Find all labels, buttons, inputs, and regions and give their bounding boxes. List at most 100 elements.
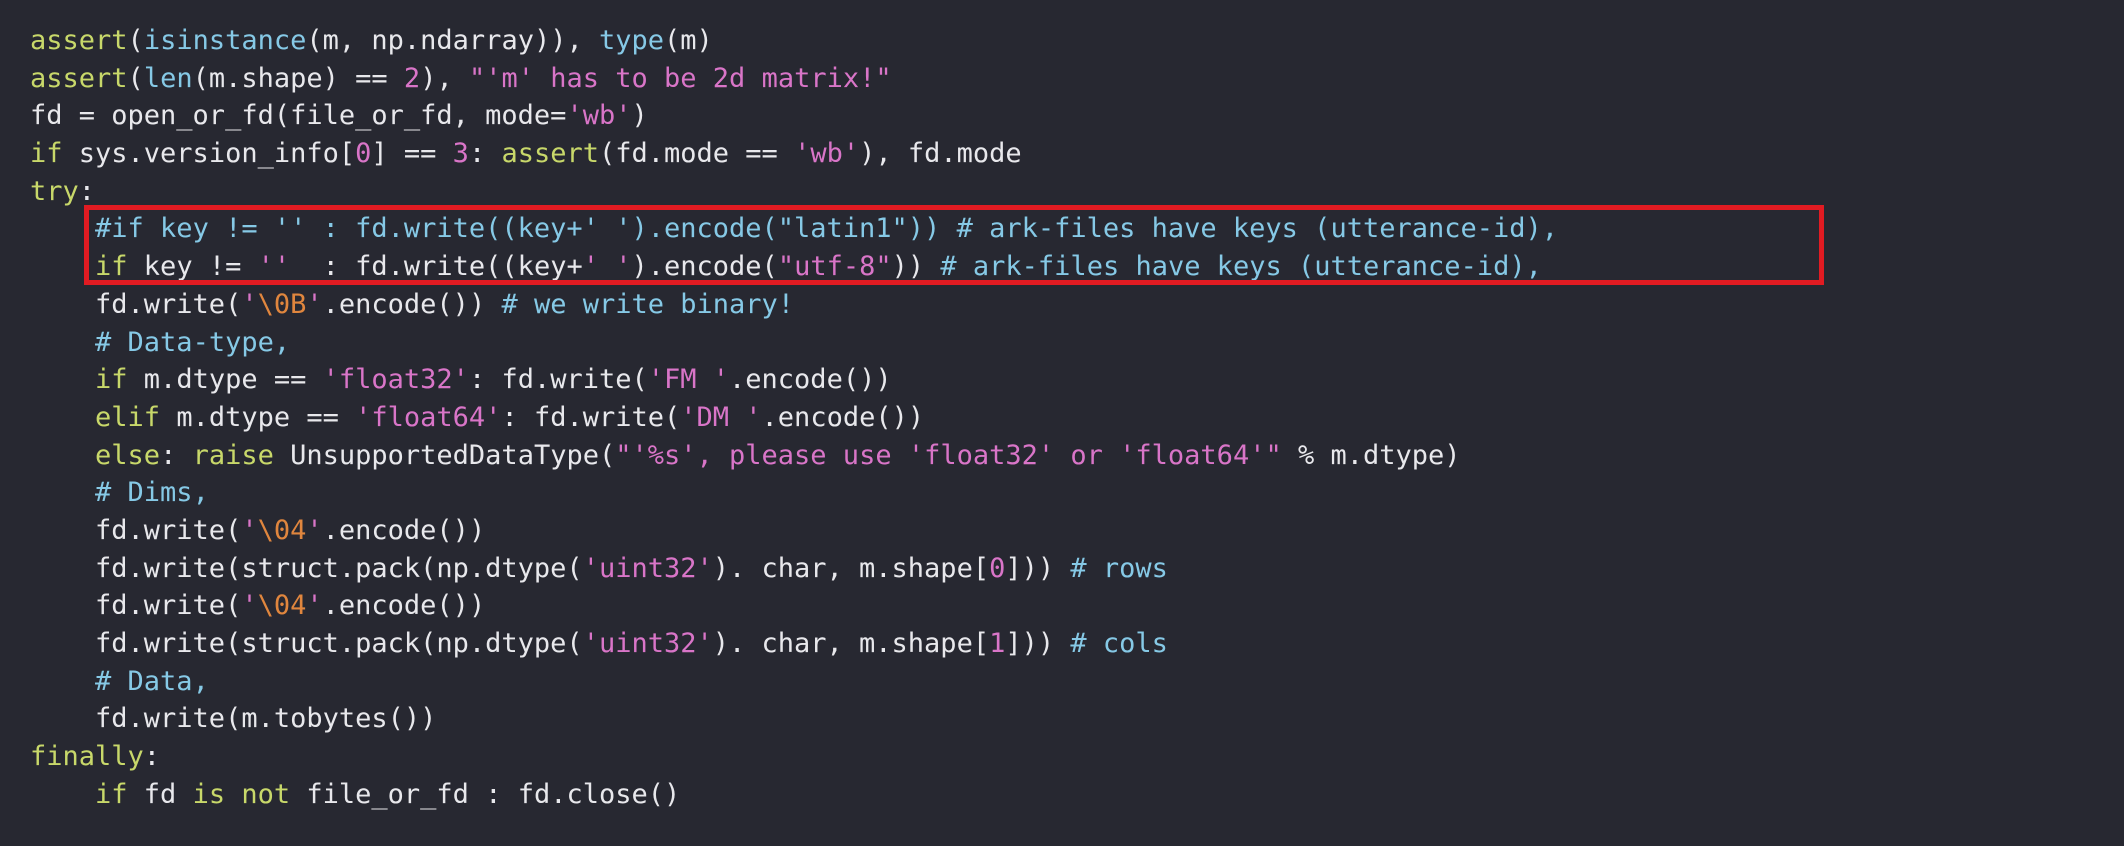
code-token: # Dims, xyxy=(95,477,209,509)
code-token: # Data, xyxy=(95,665,209,697)
code-token: 'float64' xyxy=(355,401,502,433)
code-line-13: # Dims, xyxy=(30,474,1558,512)
code-line-6: #if key != '' : fd.write((key+' ').encod… xyxy=(30,210,1558,248)
code-token: ])) xyxy=(1005,552,1071,584)
code-token: .encode()) xyxy=(729,364,892,396)
code-token: : fd.write( xyxy=(501,401,681,433)
code-line-16: fd.write('\04'.encode()) xyxy=(30,587,1558,625)
code-token: if xyxy=(95,778,128,810)
code-token: fd.write(struct.pack(np.dtype( xyxy=(30,628,583,659)
code-line-18: # Data, xyxy=(30,663,1558,701)
code-token: assert xyxy=(30,25,128,56)
code-token: ).encode( xyxy=(631,251,778,283)
code-line-10: if m.dtype == 'float32': fd.write('FM '.… xyxy=(30,361,1558,399)
code-token: fd.write(m.tobytes()) xyxy=(30,703,437,735)
code-line-3: fd = open_or_fd(file_or_fd, mode='wb') xyxy=(30,97,1558,135)
code-token: ' xyxy=(241,514,258,546)
code-token: : fd.write((key+ xyxy=(290,251,583,283)
code-token: 'uint32' xyxy=(582,552,713,584)
code-token: : xyxy=(160,439,193,471)
code-token: ( xyxy=(127,62,144,94)
code-token: fd.write( xyxy=(30,590,242,622)
code-token: raise xyxy=(192,439,274,471)
code-block[interactable]: assert(isinstance(m, np.ndarray)), type(… xyxy=(30,22,1558,813)
code-token: 'FM ' xyxy=(647,364,730,396)
code-token: fd = open_or_fd(file_or_fd, mode= xyxy=(30,100,567,132)
code-token: # Data-type, xyxy=(95,326,291,358)
code-token: # cols xyxy=(1070,628,1168,659)
code-token: ' xyxy=(241,288,258,320)
code-token: ). char, m.shape[ xyxy=(712,552,990,584)
code-line-9: # Data-type, xyxy=(30,324,1558,362)
code-line-1: assert(isinstance(m, np.ndarray)), type(… xyxy=(30,22,1558,60)
code-token: ] == xyxy=(371,138,453,170)
code-token: ). char, m.shape[ xyxy=(712,628,990,659)
code-line-21: if fd is not file_or_fd : fd.close() xyxy=(30,776,1558,814)
code-token: .encode()) xyxy=(322,514,486,546)
code-editor[interactable]: assert(isinstance(m, np.ndarray)), type(… xyxy=(0,0,2124,846)
code-line-12: else: raise UnsupportedDataType("'%s', p… xyxy=(30,437,1558,475)
code-token: .encode()) xyxy=(322,288,502,320)
code-token: isinstance xyxy=(143,25,307,56)
code-token: fd.write(struct.pack(np.dtype( xyxy=(30,552,583,584)
code-token: file_or_fd : fd.close() xyxy=(290,778,681,810)
code-token: )) xyxy=(891,251,941,283)
code-token: ])) xyxy=(1005,628,1071,659)
code-token: assert xyxy=(501,138,599,170)
code-token: ) xyxy=(631,100,648,132)
code-token: \04 xyxy=(257,590,307,622)
code-token: \0B xyxy=(257,288,307,320)
code-token: (m) xyxy=(664,25,713,56)
code-line-19: fd.write(m.tobytes()) xyxy=(30,700,1558,738)
code-token: : xyxy=(143,741,161,773)
code-token: if xyxy=(30,138,63,170)
code-token: (m.shape) == xyxy=(192,62,404,94)
code-token: #if key != '' : fd.write((key+' ').encod… xyxy=(95,213,1559,245)
code-token: (m, np.ndarray)), xyxy=(306,25,599,56)
code-token: assert xyxy=(30,62,128,94)
code-token: ), fd.mode xyxy=(859,138,1022,170)
code-token: m.dtype == xyxy=(160,401,356,433)
code-token: UnsupportedDataType( xyxy=(273,439,616,471)
code-token: 'wb' xyxy=(566,100,632,132)
code-line-5: try: xyxy=(30,173,1558,211)
code-token: .encode()) xyxy=(761,401,925,433)
code-token: 'uint32' xyxy=(582,628,713,659)
code-token: ( xyxy=(127,25,144,56)
code-token: is not xyxy=(192,778,291,810)
code-token: (fd.mode == xyxy=(599,138,795,170)
code-token: ' xyxy=(306,514,323,546)
code-token: fd.write( xyxy=(30,288,242,320)
code-token: fd xyxy=(127,778,193,810)
code-token: ' xyxy=(306,288,323,320)
code-token: \04 xyxy=(257,514,307,546)
code-token: ), xyxy=(420,62,469,94)
code-token: # ark-files have keys (utterance-id), xyxy=(940,251,1542,283)
code-token: 'float32' xyxy=(322,364,469,396)
code-token: ' ' xyxy=(582,251,632,283)
code-token: 0 xyxy=(355,138,372,170)
code-line-7: if key != '' : fd.write((key+' ').encode… xyxy=(30,248,1558,286)
code-line-11: elif m.dtype == 'float64': fd.write('DM … xyxy=(30,399,1558,437)
code-token: ' xyxy=(306,590,323,622)
code-token: len xyxy=(143,62,193,94)
code-token: 2 xyxy=(403,62,421,94)
code-token: % m.dtype) xyxy=(1281,439,1461,471)
code-token: 3 xyxy=(452,138,469,170)
code-token: elif xyxy=(95,401,161,433)
code-line-4: if sys.version_info[0] == 3: assert(fd.m… xyxy=(30,135,1558,173)
code-line-14: fd.write('\04'.encode()) xyxy=(30,512,1558,550)
code-token: "utf-8" xyxy=(777,251,892,283)
code-token: 1 xyxy=(989,628,1006,659)
code-token: m.dtype == xyxy=(127,364,323,396)
code-token: 'wb' xyxy=(794,138,860,170)
code-token: finally xyxy=(30,741,144,773)
code-token: type xyxy=(598,25,665,56)
